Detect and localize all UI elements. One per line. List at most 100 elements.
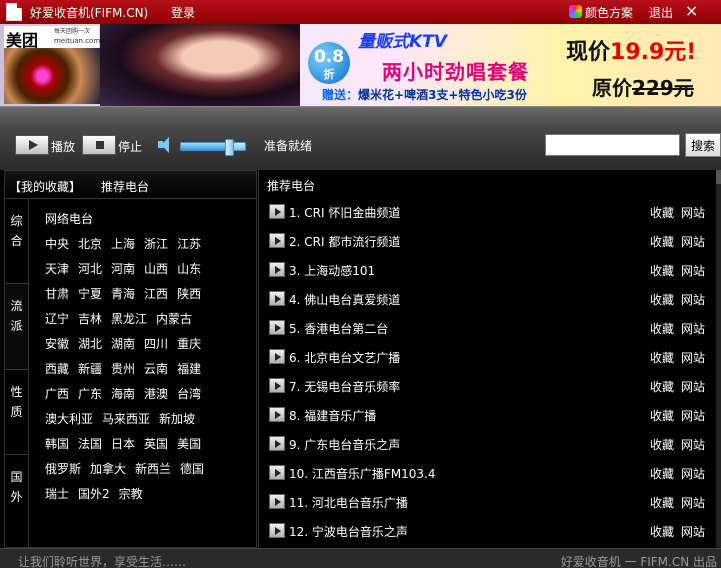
play-icon[interactable]: [269, 262, 285, 277]
region-item[interactable]: 广西: [45, 386, 69, 402]
region-item[interactable]: 网络电台: [45, 211, 93, 227]
region-item[interactable]: 日本: [111, 436, 135, 452]
favorite-link[interactable]: 收藏: [650, 407, 674, 424]
region-item[interactable]: 台湾: [177, 386, 201, 402]
close-icon[interactable]: ×: [685, 1, 698, 20]
region-item[interactable]: 云南: [144, 361, 168, 377]
favorite-link[interactable]: 收藏: [650, 378, 674, 395]
region-item[interactable]: 新西兰: [135, 461, 171, 477]
search-input[interactable]: [545, 134, 680, 156]
station-name[interactable]: 5. 香港电台第二台: [289, 320, 388, 337]
station-name[interactable]: 2. CRI 都市流行频道: [289, 233, 400, 250]
scroll-up-arrow[interactable]: [716, 170, 721, 184]
region-item[interactable]: 贵州: [111, 361, 135, 377]
meituan-logo[interactable]: 美团 每天团购一次 meituan.com: [4, 26, 100, 50]
website-link[interactable]: 网站: [681, 494, 705, 511]
region-item[interactable]: 北京: [78, 236, 102, 252]
region-item[interactable]: 山西: [144, 261, 168, 277]
theme-link[interactable]: 颜色方案: [585, 4, 633, 21]
play-icon[interactable]: [269, 204, 285, 219]
region-item[interactable]: 俄罗斯: [45, 461, 81, 477]
volume-icon[interactable]: [158, 137, 176, 153]
region-item[interactable]: 内蒙古: [156, 311, 192, 327]
stop-label[interactable]: 停止: [118, 138, 142, 155]
region-item[interactable]: 韩国: [45, 436, 69, 452]
region-item[interactable]: 浙江: [144, 236, 168, 252]
website-link[interactable]: 网站: [681, 523, 705, 540]
region-item[interactable]: 黑龙江: [111, 311, 147, 327]
website-link[interactable]: 网站: [681, 436, 705, 453]
play-button[interactable]: [15, 135, 49, 155]
region-item[interactable]: 湖南: [111, 336, 135, 352]
region-item[interactable]: 马来西亚: [102, 411, 150, 427]
favorite-link[interactable]: 收藏: [650, 436, 674, 453]
volume-slider[interactable]: [180, 139, 246, 156]
region-item[interactable]: 甘肃: [45, 286, 69, 302]
play-icon[interactable]: [269, 291, 285, 306]
play-icon[interactable]: [269, 436, 285, 451]
play-icon[interactable]: [269, 523, 285, 538]
region-item[interactable]: 四川: [144, 336, 168, 352]
station-name[interactable]: 11. 河北电台音乐广播: [289, 494, 408, 511]
station-name[interactable]: 3. 上海动感101: [289, 262, 375, 279]
sidetab-genre[interactable]: 流 派: [5, 284, 28, 370]
region-item[interactable]: 新疆: [78, 361, 102, 377]
region-item[interactable]: 河南: [111, 261, 135, 277]
website-link[interactable]: 网站: [681, 378, 705, 395]
website-link[interactable]: 网站: [681, 204, 705, 221]
scrollbar[interactable]: [716, 170, 721, 548]
website-link[interactable]: 网站: [681, 349, 705, 366]
website-link[interactable]: 网站: [681, 291, 705, 308]
region-item[interactable]: 吉林: [78, 311, 102, 327]
station-name[interactable]: 8. 福建音乐广播: [289, 407, 376, 424]
region-item[interactable]: 法国: [78, 436, 102, 452]
tab-recommended[interactable]: 推荐电台: [101, 178, 149, 195]
volume-thumb[interactable]: [225, 139, 234, 156]
website-link[interactable]: 网站: [681, 320, 705, 337]
play-icon[interactable]: [269, 378, 285, 393]
favorite-link[interactable]: 收藏: [650, 233, 674, 250]
region-item[interactable]: 重庆: [177, 336, 201, 352]
region-item[interactable]: 江西: [144, 286, 168, 302]
tab-favorites[interactable]: 【我的收藏】: [9, 178, 81, 195]
region-item[interactable]: 中央: [45, 236, 69, 252]
region-item[interactable]: 德国: [180, 461, 204, 477]
website-link[interactable]: 网站: [681, 465, 705, 482]
region-item[interactable]: 山东: [177, 261, 201, 277]
ad-banner[interactable]: 美团 每天团购一次 meituan.com 0.8 折 量贩式KTV 两小时劲唱…: [0, 24, 721, 106]
play-icon[interactable]: [269, 407, 285, 422]
website-link[interactable]: 网站: [681, 233, 705, 250]
play-icon[interactable]: [269, 349, 285, 364]
station-name[interactable]: 10. 江西音乐广播FM103.4: [289, 465, 436, 482]
search-button[interactable]: 搜索: [685, 133, 721, 157]
stop-button[interactable]: [82, 135, 116, 155]
region-item[interactable]: 辽宁: [45, 311, 69, 327]
region-item[interactable]: 安徽: [45, 336, 69, 352]
station-name[interactable]: 6. 北京电台文艺广播: [289, 349, 400, 366]
play-label[interactable]: 播放: [51, 138, 75, 155]
region-item[interactable]: 天津: [45, 261, 69, 277]
favorite-link[interactable]: 收藏: [650, 291, 674, 308]
region-item[interactable]: 澳大利亚: [45, 411, 93, 427]
region-item[interactable]: 青海: [111, 286, 135, 302]
favorite-link[interactable]: 收藏: [650, 465, 674, 482]
region-item[interactable]: 河北: [78, 261, 102, 277]
region-item[interactable]: 宗教: [119, 486, 143, 502]
station-name[interactable]: 7. 无锡电台音乐频率: [289, 378, 400, 395]
favorite-link[interactable]: 收藏: [650, 523, 674, 540]
region-item[interactable]: 美国: [177, 436, 201, 452]
region-item[interactable]: 上海: [111, 236, 135, 252]
region-item[interactable]: 英国: [144, 436, 168, 452]
favorite-link[interactable]: 收藏: [650, 320, 674, 337]
region-item[interactable]: 新加坡: [159, 411, 195, 427]
region-item[interactable]: 宁夏: [78, 286, 102, 302]
station-name[interactable]: 9. 广东电台音乐之声: [289, 436, 400, 453]
region-item[interactable]: 广东: [78, 386, 102, 402]
region-item[interactable]: 西藏: [45, 361, 69, 377]
website-link[interactable]: 网站: [681, 407, 705, 424]
play-icon[interactable]: [269, 465, 285, 480]
region-item[interactable]: 瑞士: [45, 486, 69, 502]
website-link[interactable]: 网站: [681, 262, 705, 279]
region-item[interactable]: 海南: [111, 386, 135, 402]
sidetab-general[interactable]: 综 合: [5, 199, 28, 284]
